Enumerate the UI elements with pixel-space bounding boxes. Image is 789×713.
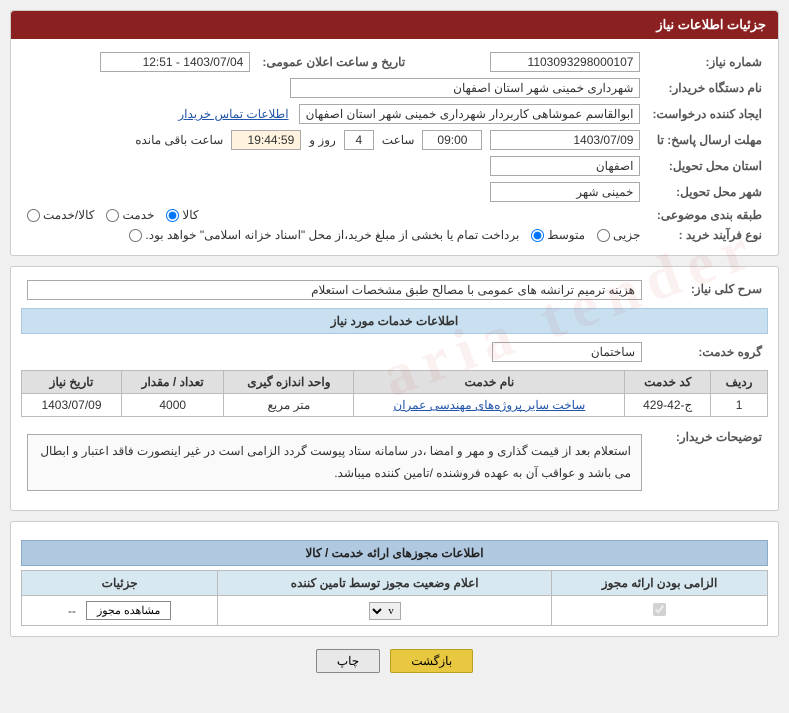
view-permit-button[interactable]: مشاهده مجوز: [86, 601, 171, 620]
back-button[interactable]: بازگشت: [390, 649, 473, 673]
table-row: 1 ج-42-429 ساخت سایر پروژه‌های مهندسی عم…: [22, 394, 768, 417]
date-cell: 1403/07/04 - 12:51: [21, 49, 256, 75]
perm-col-status: اعلام وضعیت مجوز توسط تامین کننده: [218, 571, 552, 596]
main-details-card: جزئیات اطلاعات نیاز شماره نیاز: 11030932…: [10, 10, 779, 256]
required-checkbox: [653, 603, 666, 616]
purchase-type-radio-esnad[interactable]: [129, 229, 142, 242]
cell-service-name[interactable]: ساخت سایر پروژه‌های مهندسی عمران: [354, 394, 625, 417]
label-service-group: گروه خدمت:: [648, 339, 768, 365]
request-number-value: 1103093298000107: [490, 52, 640, 72]
info-table: شماره نیاز: 1103093298000107 تاریخ و ساع…: [21, 49, 768, 245]
purchase-type-label-esnad: برداخت تمام یا بخشی از مبلغ خرید،از محل …: [145, 228, 519, 242]
deadline-days-label: روز و: [309, 133, 336, 147]
buyer-notes-cell: استعلام بعد از قیمت گذاری و مهر و امضا ،…: [21, 425, 648, 500]
label-category: طبقه بندی موضوعی:: [646, 205, 768, 225]
purchase-type-option-esnad: برداخت تمام یا بخشی از مبلغ خرید،از محل …: [129, 228, 519, 242]
cell-quantity: 4000: [121, 394, 223, 417]
creator-cell: ابوالقاسم عموشاهی کاربردار شهرداری خمینی…: [21, 101, 646, 127]
status-select[interactable]: v: [369, 602, 401, 620]
perm-cell-status: v: [218, 596, 552, 626]
cell-row-number: 1: [711, 394, 768, 417]
purchase-type-radio-jozei[interactable]: [597, 229, 610, 242]
buyer-notes-table: توضیحات خریدار: استعلام بعد از قیمت گذار…: [21, 425, 768, 500]
buyer-value: شهرداری خمینی شهر استان اصفهان: [290, 78, 640, 98]
request-number-cell: 1103093298000107: [411, 49, 646, 75]
cell-unit: متر مریع: [224, 394, 354, 417]
deadline-days: 4: [344, 130, 374, 150]
contact-link[interactable]: اطلاعات تماس خریدار: [178, 107, 288, 121]
perm-col-details: جزئیات: [22, 571, 218, 596]
label-buyer: نام دستگاه خریدار:: [646, 75, 768, 101]
service-group-cell: ساختمان: [21, 339, 648, 365]
permissions-row: v -- مشاهده مجوز: [22, 596, 768, 626]
col-header-date: تاریخ نیاز: [22, 371, 122, 394]
permissions-table: الزامی بودن ارائه مجوز اعلام وضعیت مجوز …: [21, 570, 768, 626]
deadline-date: 1403/07/09: [490, 130, 640, 150]
city-cell: خمینی شهر: [21, 179, 646, 205]
category-radio-kala[interactable]: [166, 209, 179, 222]
perm-cell-detail: -- مشاهده مجوز: [22, 596, 218, 626]
service-data-table: ردیف کد خدمت نام خدمت واحد اندازه گیری ت…: [21, 370, 768, 417]
purchase-type-radio-motawaset[interactable]: [531, 229, 544, 242]
label-delivery-province: استان محل تحویل:: [646, 153, 768, 179]
date-value: 1403/07/04 - 12:51: [100, 52, 250, 72]
category-option-khedmat: خدمت: [106, 208, 154, 222]
section-header: جزئیات اطلاعات نیاز: [11, 11, 778, 39]
action-buttons: بازگشت چاپ: [10, 649, 779, 673]
label-creator: ایجاد کننده درخواست:: [646, 101, 768, 127]
label-delivery-city: شهر محل تحویل:: [646, 179, 768, 205]
deadline-countdown: 19:44:59: [231, 130, 301, 150]
buyer-cell: شهرداری خمینی شهر استان اصفهان: [21, 75, 646, 101]
label-reply-deadline: مهلت ارسال پاسخ: تا: [646, 127, 768, 153]
category-radio-kala-khedmat[interactable]: [27, 209, 40, 222]
category-label-kala: کالا: [182, 208, 198, 222]
description-cell: هزینه ترمیم ترانشه های عمومی با مصالح طب…: [21, 277, 648, 303]
category-cell: کالا/خدمت خدمت کالا: [21, 205, 646, 225]
label-purchase-type: نوع فرآیند خرید :: [646, 225, 768, 245]
purchase-type-label-jozei: جزیی: [613, 228, 640, 242]
cell-date: 1403/07/09: [22, 394, 122, 417]
buyer-notes-text: استعلام بعد از قیمت گذاری و مهر و امضا ،…: [27, 434, 642, 491]
section-title: جزئیات اطلاعات نیاز: [656, 17, 766, 32]
description-card: aria tender سرح کلی نیاز: هزینه ترمیم تر…: [10, 266, 779, 511]
label-date: تاریخ و ساعت اعلان عمومی:: [256, 49, 411, 75]
service-group-table: گروه خدمت: ساختمان: [21, 339, 768, 365]
purchase-type-label-motawaset: متوسط: [547, 228, 585, 242]
delivery-province-value: اصفهان: [490, 156, 640, 176]
deadline-time-label: ساعت: [382, 133, 415, 147]
description-table: سرح کلی نیاز: هزینه ترمیم ترانشه های عمو…: [21, 277, 768, 303]
col-header-service: نام خدمت: [354, 371, 625, 394]
col-header-quantity: تعداد / مقدار: [121, 371, 223, 394]
label-description: سرح کلی نیاز:: [648, 277, 768, 303]
description-text: هزینه ترمیم ترانشه های عمومی با مصالح طب…: [27, 280, 642, 300]
category-label-khedmat: خدمت: [122, 208, 154, 222]
delivery-city-value: خمینی شهر: [490, 182, 640, 202]
permissions-card: اطلاعات مجوزهای ارائه خدمت / کالا الزامی…: [10, 521, 779, 637]
perm-col-required: الزامی بودن ارائه مجوز: [552, 571, 768, 596]
deadline-hours-label: ساعت باقی مانده: [135, 133, 223, 147]
service-info-header: اطلاعات خدمات مورد نیاز: [21, 308, 768, 334]
category-option-kala: کالا: [166, 208, 198, 222]
col-header-code: کد خدمت: [625, 371, 711, 394]
label-request-number: شماره نیاز:: [646, 49, 768, 75]
province-cell: اصفهان: [21, 153, 646, 179]
col-header-unit: واحد اندازه گیری: [224, 371, 354, 394]
purchase-type-option-motawaset: متوسط: [531, 228, 585, 242]
category-option-kala-khedmat: کالا/خدمت: [27, 208, 94, 222]
detail-dash: --: [68, 604, 76, 618]
purchase-type-option-jozei: جزیی: [597, 228, 640, 242]
creator-value: ابوالقاسم عموشاهی کاربردار شهرداری خمینی…: [299, 104, 641, 124]
deadline-cell: ساعت باقی مانده 19:44:59 روز و 4 ساعت 09…: [21, 127, 646, 153]
category-radio-khedmat[interactable]: [106, 209, 119, 222]
service-group-value: ساختمان: [492, 342, 642, 362]
col-header-row: ردیف: [711, 371, 768, 394]
permissions-header: اطلاعات مجوزهای ارائه خدمت / کالا: [21, 540, 768, 566]
label-buyer-notes: توضیحات خریدار:: [648, 425, 768, 500]
purchase-type-cell: برداخت تمام یا بخشی از مبلغ خرید،از محل …: [21, 225, 646, 245]
perm-cell-required: [552, 596, 768, 626]
deadline-time: 09:00: [422, 130, 482, 150]
cell-code: ج-42-429: [625, 394, 711, 417]
print-button[interactable]: چاپ: [316, 649, 380, 673]
category-label-kala-khedmat: کالا/خدمت: [43, 208, 94, 222]
